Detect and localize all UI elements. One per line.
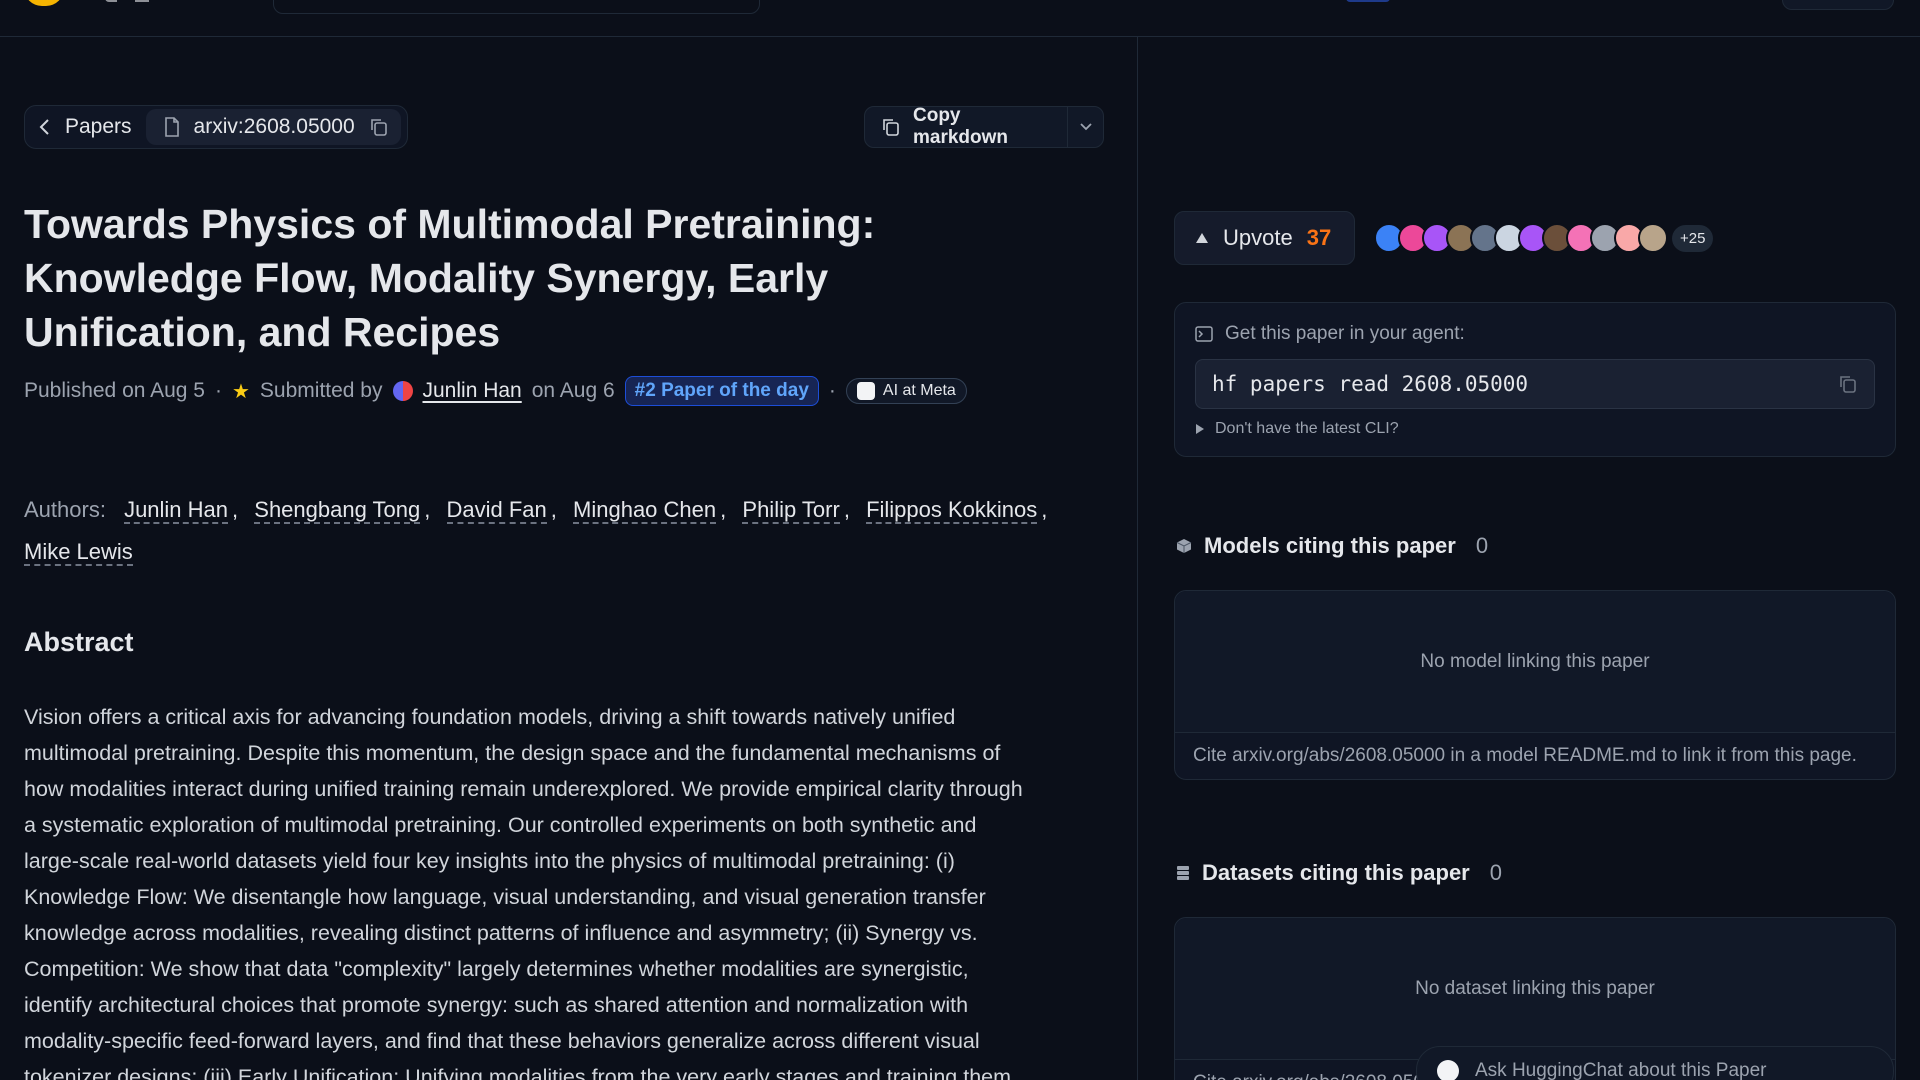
agent-cli-panel: Get this paper in your agent: hf papers … [1174,302,1896,457]
cli-help-text: Don't have the latest CLI? [1215,420,1399,437]
account-menu-button[interactable] [1782,0,1894,10]
cli-command-field[interactable]: hf papers read 2608.05000 [1195,359,1875,409]
huggingface-logo[interactable] [24,0,64,6]
upvoter-avatar[interactable] [1638,223,1668,253]
datasets-heading-text: Datasets citing this paper [1202,860,1470,885]
author-link[interactable]: Junlin Han [124,497,229,524]
paper-meta: Published on Aug 5 · ★ Submitted by Junl… [24,373,967,409]
org-name: AI at Meta [882,382,956,399]
copy-icon[interactable] [369,117,389,137]
triangle-up-icon [1195,232,1209,244]
upvoter-avatars[interactable]: +25 [1374,220,1714,256]
ask-huggingchat-button[interactable]: Ask HuggingChat about this Paper [1416,1046,1894,1080]
upvote-count: 37 [1306,225,1332,250]
author-link[interactable]: Filippos Kokkinos [866,497,1038,524]
author-link[interactable]: Philip Torr [742,497,840,524]
models-empty-state: No model linking this paper [1175,591,1895,733]
copy-icon[interactable] [1838,374,1858,394]
column-divider [1137,37,1138,1080]
cli-help-disclosure[interactable]: Don't have the latest CLI? [1195,420,1399,438]
more-upvoters-count[interactable]: +25 [1672,224,1714,252]
brand-wordmark[interactable] [105,0,185,2]
top-navigation-bar [0,0,1920,37]
back-label: Papers [65,115,132,138]
chevron-left-icon [39,118,51,136]
authors-label: Authors: [24,497,106,522]
models-citing-heading: Models citing this paper 0 [1176,533,1488,559]
authors-list: Authors: Junlin Han, Shengbang Tong, Dav… [24,497,1048,566]
terminal-icon [1195,326,1213,342]
author-link[interactable]: Shengbang Tong [254,497,421,524]
submitter-link[interactable]: Junlin Han [423,379,522,403]
chat-icon [1437,1060,1459,1080]
datasets-empty-state: No dataset linking this paper [1175,918,1895,1060]
chevron-down-icon [1079,122,1093,132]
datasets-citing-heading: Datasets citing this paper 0 [1176,860,1502,886]
cli-command: hf papers read 2608.05000 [1212,372,1529,396]
upvote-label: Upvote [1223,225,1293,250]
triangle-right-icon [1195,423,1205,435]
copy-markdown-group: Copy markdown [864,105,1104,148]
submitter-avatar [392,381,413,401]
models-cite-hint: Cite arxiv.org/abs/2608.05000 in a model… [1193,745,1857,766]
author-link[interactable]: Minghao Chen [573,497,717,524]
star-icon: ★ [231,380,250,403]
document-icon [164,117,180,137]
upvote-button[interactable]: Upvote 37 [1174,211,1355,265]
chat-placeholder: Ask HuggingChat about this Paper [1475,1060,1767,1080]
author-link[interactable]: David Fan [446,497,547,524]
copy-markdown-button[interactable]: Copy markdown [865,105,1069,148]
back-to-papers-link[interactable]: Papers [39,115,146,139]
copy-options-dropdown[interactable] [1068,106,1103,148]
submitted-by-label: Submitted by [259,379,383,402]
models-citing-card: No model linking this paper Cite arxiv.o… [1174,590,1896,780]
published-date: Published on Aug 5 [24,379,205,402]
models-count: 0 [1475,533,1489,558]
author-link[interactable]: Mike Lewis [24,539,133,566]
paper-id: arxiv:2608.05000 [193,115,355,138]
cube-icon [1176,538,1192,554]
submitted-date: on Aug 6 [531,379,615,402]
abstract-text: Vision offers a critical axis for advanc… [24,705,1023,1080]
nav-active-indicator[interactable] [1346,0,1390,2]
breadcrumb: Papers arxiv:2608.05000 [24,105,408,149]
models-heading-text: Models citing this paper [1204,533,1456,558]
abstract-heading: Abstract [24,627,134,657]
database-icon [1176,865,1190,881]
datasets-count: 0 [1489,860,1502,885]
organization-badge[interactable]: AI at Meta [845,378,967,404]
agent-label-text: Get this paper in your agent: [1225,323,1465,344]
copy-markdown-label: Copy markdown [913,105,1009,148]
paper-of-day-badge[interactable]: #2 Paper of the day [624,376,819,406]
paper-title: Towards Physics of Multimodal Pretrainin… [24,201,876,355]
separator-dot: · [828,379,836,402]
copy-icon [881,117,901,137]
global-search-input[interactable] [273,0,760,14]
org-logo-icon [856,382,875,400]
paper-id-chip: arxiv:2608.05000 [145,109,401,145]
agent-panel-label: Get this paper in your agent: [1195,323,1465,345]
separator-dot: · [214,379,222,402]
